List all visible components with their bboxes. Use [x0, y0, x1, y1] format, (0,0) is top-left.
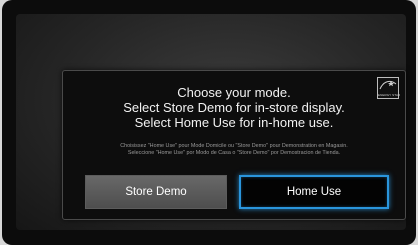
- dialog-home-instruction: Select Home Use for in-home use.: [134, 115, 334, 130]
- tv-screen: ENERGY STAR Choose your mode. Select Sto…: [16, 14, 406, 230]
- dialog-title: Choose your mode.: [177, 85, 291, 100]
- fine-print-french: Choisissez "Home Use" pour Mode Domicile…: [120, 143, 348, 149]
- dialog-fine-print: Choisissez "Home Use" pour Mode Domicile…: [69, 143, 399, 157]
- tv-bezel: ENERGY STAR Choose your mode. Select Sto…: [2, 0, 416, 245]
- store-demo-button[interactable]: Store Demo: [85, 175, 227, 209]
- mode-selection-dialog: ENERGY STAR Choose your mode. Select Sto…: [62, 70, 406, 220]
- dialog-store-instruction: Select Store Demo for in-store display.: [123, 100, 345, 115]
- home-use-button[interactable]: Home Use: [239, 175, 389, 209]
- fine-print-spanish: Seleccione "Home Use" por Modo de Casa o…: [127, 150, 341, 156]
- dialog-headline: Choose your mode. Select Store Demo for …: [83, 85, 385, 130]
